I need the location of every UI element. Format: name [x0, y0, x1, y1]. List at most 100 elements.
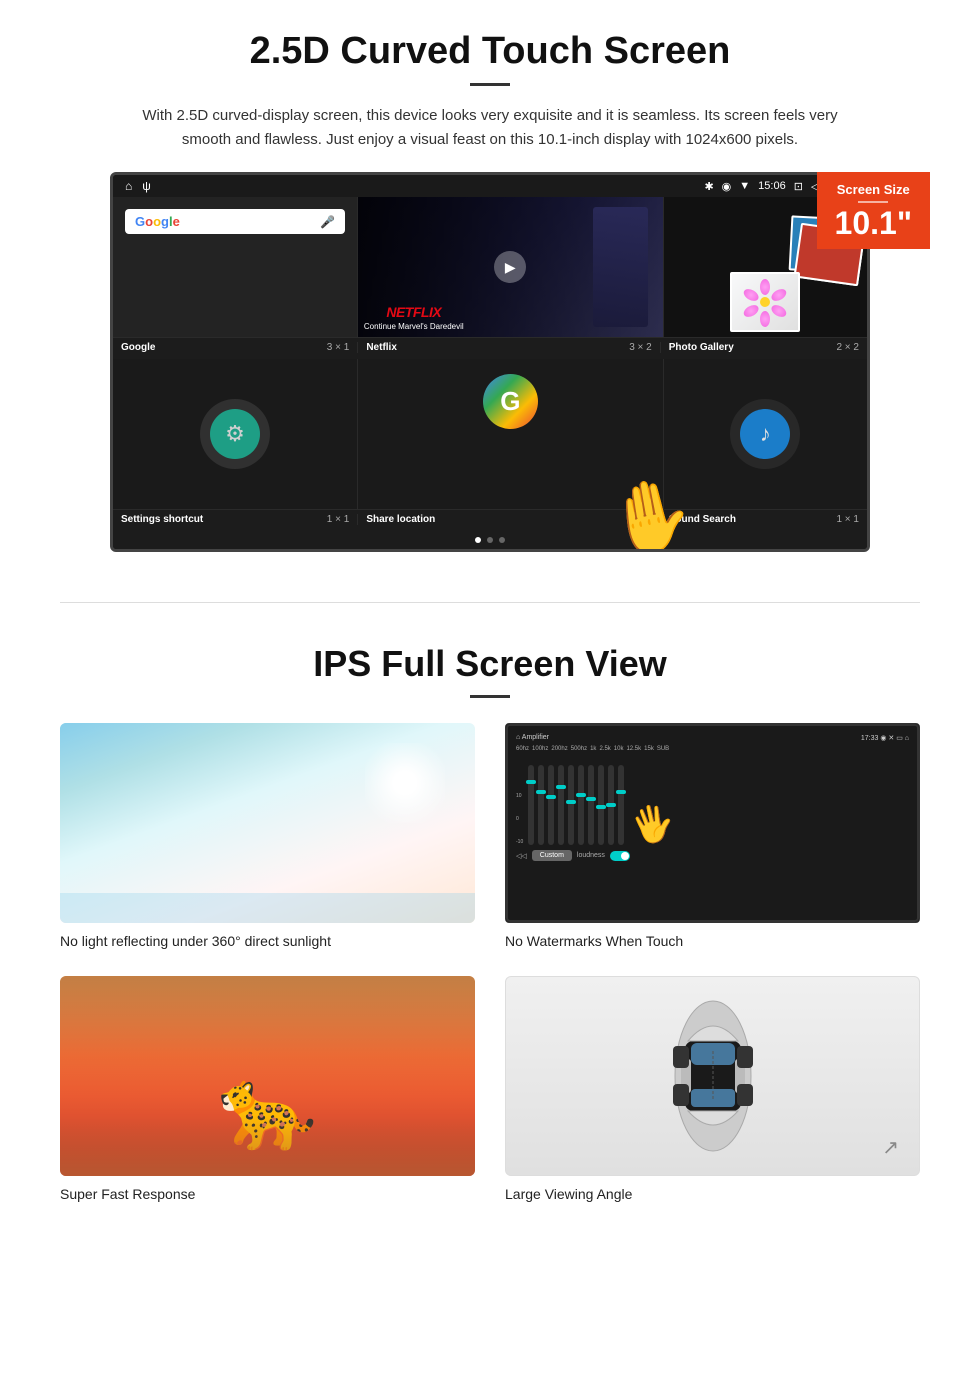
- bluetooth-icon: ✱: [704, 180, 713, 193]
- car-label: Large Viewing Angle: [505, 1186, 632, 1202]
- features-grid: No light reflecting under 360° direct su…: [60, 723, 920, 1204]
- eq-bar-10: [618, 765, 624, 845]
- badge-divider: [858, 201, 888, 203]
- car-svg: [663, 991, 763, 1161]
- sun-burst: [365, 743, 445, 823]
- sky-bottom: [60, 893, 475, 923]
- amp-bottom: ◁◁ Custom loudness: [516, 850, 909, 861]
- cheetah-ground: [60, 1116, 475, 1176]
- google-label-cell: Google 3 × 1: [113, 342, 358, 353]
- sound-app-size: 1 × 1: [836, 514, 859, 525]
- amp-toggle: [610, 851, 630, 861]
- section2-title: IPS Full Screen View: [60, 643, 920, 685]
- section-ips: IPS Full Screen View No light reflecting…: [0, 633, 980, 1234]
- photo-main: [730, 272, 800, 332]
- section1-title: 2.5D Curved Touch Screen: [60, 30, 920, 73]
- netflix-logo-text: NETFLIX: [386, 304, 441, 320]
- touch-label: No Watermarks When Touch: [505, 933, 683, 949]
- share-app-name: Share location: [366, 514, 435, 525]
- app-labels-row1: Google 3 × 1 Netflix 3 × 2 Photo Gallery…: [113, 338, 867, 359]
- android-screen: ⌂ ψ ✱ ◉ ▼ 15:06 ⊡ ◁ ✕ ▭: [110, 172, 870, 552]
- google-app-size: 3 × 1: [327, 342, 350, 353]
- netflix-app-name: Netflix: [366, 342, 397, 353]
- section2-divider: [470, 695, 510, 698]
- eq-bar-7: [588, 765, 594, 845]
- section-curved-screen: 2.5D Curved Touch Screen With 2.5D curve…: [0, 0, 980, 572]
- amp-freq-labels: 60hz100hz200hz500hz1k2.5k10k12.5k15kSUB: [516, 746, 909, 752]
- eq-bar-5: [568, 765, 574, 845]
- amp-back: ◁◁: [516, 852, 527, 860]
- section-divider: [60, 602, 920, 603]
- amp-loudness: loudness: [577, 852, 605, 859]
- feature-car: ↗ Large Viewing Angle: [505, 976, 920, 1204]
- hand-on-screen: 🖐: [627, 799, 680, 850]
- google-logo: Google: [135, 214, 180, 229]
- flower-center: [760, 297, 770, 307]
- bottom-nav: [113, 531, 867, 549]
- eq-bar-8: [598, 765, 604, 845]
- feature-sunlight: No light reflecting under 360° direct su…: [60, 723, 475, 951]
- equalizer: 10 0 -10: [516, 755, 909, 845]
- netflix-label-cell: Netflix 3 × 2: [358, 342, 660, 353]
- eq-bar-1: [528, 765, 534, 845]
- petal-2: [770, 287, 789, 304]
- petal-5: [742, 303, 761, 320]
- netflix-app-size: 3 × 2: [629, 342, 652, 353]
- home-icon: ⌂: [125, 179, 132, 193]
- gallery-label-cell: Photo Gallery 2 × 2: [661, 342, 867, 353]
- camera-icon: ⊡: [794, 180, 803, 193]
- status-bar: ⌂ ψ ✱ ◉ ▼ 15:06 ⊡ ◁ ✕ ▭: [113, 175, 867, 197]
- settings-app-size: 1 × 1: [327, 514, 350, 525]
- eq-bar-3: [548, 765, 554, 845]
- status-time: 15:06: [758, 180, 786, 192]
- settings-label-cell: Settings shortcut 1 × 1: [113, 514, 358, 525]
- petal-6: [742, 287, 761, 304]
- app-row-2: ⚙ G 🤚: [113, 359, 867, 510]
- gallery-app-name: Photo Gallery: [669, 342, 734, 353]
- cheetah-sky: [60, 976, 475, 1096]
- netflix-cell: ▶ NETFLIX Continue Marvel's Daredevil: [358, 197, 664, 337]
- feature-touch: ⌂ Amplifier 17:33 ◉ ✕ ▭ ⌂ 60hz100hz200hz…: [505, 723, 920, 951]
- car-arrow: ↗: [882, 1135, 899, 1160]
- badge-label: Screen Size: [835, 182, 912, 197]
- amp-time: 17:33 ◉ ✕ ▭ ⌂: [861, 734, 909, 742]
- status-left: ⌂ ψ: [125, 179, 151, 193]
- eq-bar-2: [538, 765, 544, 845]
- location-icon: ◉: [722, 180, 732, 193]
- gallery-app-size: 2 × 2: [836, 342, 859, 353]
- wifi-icon: ▼: [739, 180, 750, 192]
- petal-4: [760, 311, 770, 327]
- cheetah-label: Super Fast Response: [60, 1186, 195, 1202]
- feature-cheetah: 🐆 Super Fast Response: [60, 976, 475, 1204]
- mic-icon: 🎤: [320, 215, 335, 229]
- settings-app-name: Settings shortcut: [121, 514, 203, 525]
- touch-image: ⌂ Amplifier 17:33 ◉ ✕ ▭ ⌂ 60hz100hz200hz…: [505, 723, 920, 923]
- car-image: ↗: [505, 976, 920, 1176]
- google-g-logo: G: [483, 374, 538, 429]
- eq-bar-4: [558, 765, 564, 845]
- eq-bar-9: [608, 765, 614, 845]
- eq-bars: [528, 765, 624, 845]
- share-cell: G 🤚: [358, 359, 664, 509]
- screen-size-badge: Screen Size 10.1": [817, 172, 930, 249]
- amp-screen: ⌂ Amplifier 17:33 ◉ ✕ ▭ ⌂ 60hz100hz200hz…: [506, 724, 919, 922]
- google-search-bar[interactable]: Google 🎤: [125, 209, 345, 234]
- amp-status-bar: ⌂ Amplifier 17:33 ◉ ✕ ▭ ⌂: [516, 734, 909, 742]
- settings-cell: ⚙: [113, 359, 358, 509]
- badge-size: 10.1": [835, 205, 912, 241]
- title-divider: [470, 83, 510, 86]
- section1-description: With 2.5D curved-display screen, this de…: [140, 104, 840, 152]
- google-cell: Google 🎤: [113, 197, 358, 337]
- nav-dot-3: [499, 537, 505, 543]
- eq-scale: 10 0 -10: [516, 793, 523, 845]
- sunlight-label: No light reflecting under 360° direct su…: [60, 933, 331, 949]
- google-app-name: Google: [121, 342, 155, 353]
- usb-icon: ψ: [142, 179, 151, 193]
- netflix-logo-overlay: NETFLIX Continue Marvel's Daredevil: [364, 304, 464, 331]
- petal-3: [770, 303, 789, 320]
- amp-custom-btn: Custom: [532, 850, 572, 861]
- petal-1: [760, 279, 770, 295]
- app-row-1: Google 🎤 ▶: [113, 197, 867, 338]
- app-labels-row2: Settings shortcut 1 × 1 Share location 1…: [113, 510, 867, 531]
- cheetah-image: 🐆: [60, 976, 475, 1176]
